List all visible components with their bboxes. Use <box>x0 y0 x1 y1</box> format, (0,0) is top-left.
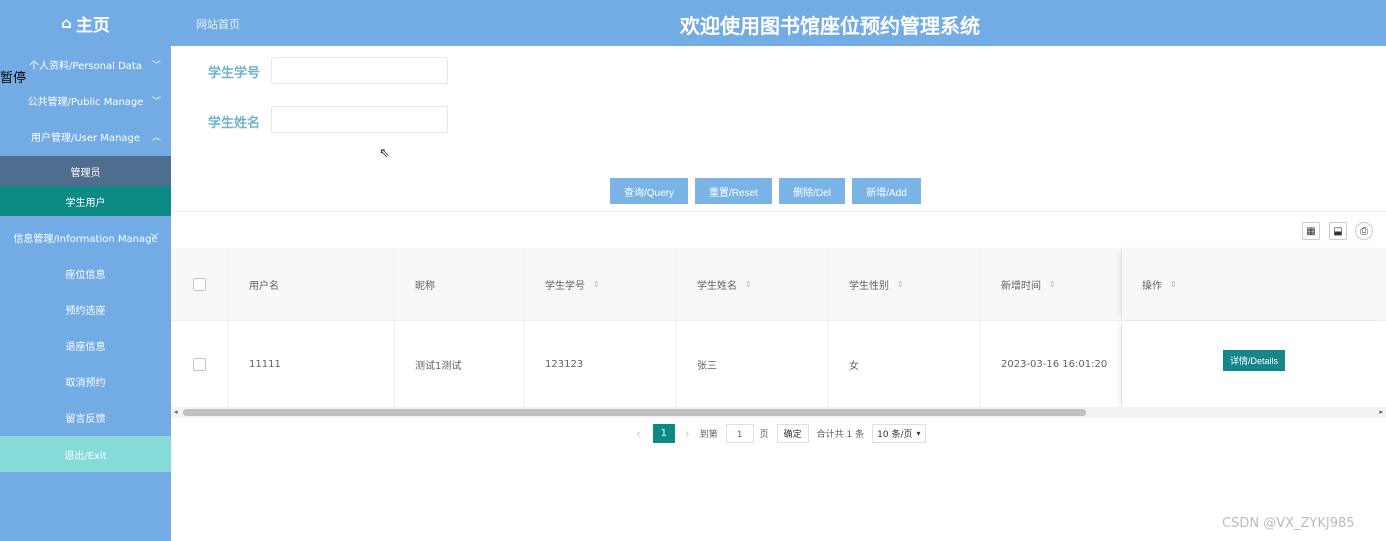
table-row: 11111 测试1测试 123123 张三 女 2023-03-16 16:01… <box>171 321 1386 407</box>
student-name-label: 学生姓名 <box>208 116 261 131</box>
export-icon[interactable]: ⬓ <box>1329 222 1347 240</box>
sidebar-item-return-seat[interactable]: 退座信息 <box>0 327 171 363</box>
site-home-link[interactable]: 网站首页 <box>196 16 240 32</box>
student-no-label: 学生学号 <box>208 66 261 81</box>
sort-icon[interactable]: ⇕ <box>897 280 904 289</box>
pagination: ‹ 1 › 到第 页 确定 合计共 1 条 10 条/页 ▾ <box>636 424 926 443</box>
sidebar-item-label: 学生用户 <box>65 197 106 209</box>
table-header: 用户名 昵称 学生学号 ⇕ 学生姓名 ⇕ 学生性别 ⇕ 新增时间 ⇕ 操作 ⇕ <box>171 248 1386 321</box>
col-student-no[interactable]: 学生学号 ⇕ <box>525 248 677 320</box>
sidebar-item-admin[interactable]: 管理员 <box>0 156 171 186</box>
sidebar: 个人资料/Personal Data ﹀ 公共管理/Public Manage … <box>0 46 171 541</box>
add-button[interactable]: 新增/Add <box>852 178 921 204</box>
header-nickname: 昵称 <box>415 280 435 292</box>
scrollbar-thumb[interactable] <box>183 409 1086 416</box>
home-icon: ⌂ <box>61 14 72 32</box>
col-username: 用户名 <box>229 248 395 320</box>
chevron-down-icon: ﹀ <box>149 233 159 244</box>
col-student-name[interactable]: 学生姓名 ⇕ <box>677 248 829 320</box>
select-all-checkbox[interactable] <box>193 277 206 291</box>
sidebar-item-seat-info[interactable]: 座位信息 <box>0 255 171 291</box>
cell-username: 11111 <box>229 321 395 407</box>
sidebar-item-label: 退出/Exit <box>64 450 107 462</box>
scroll-right-icon[interactable]: ▸ <box>1379 407 1383 418</box>
scroll-left-icon[interactable]: ◂ <box>174 407 178 418</box>
sidebar-item-reserve-seat[interactable]: 预约选座 <box>0 291 171 327</box>
sidebar-item-label: 管理员 <box>70 167 101 179</box>
chevron-up-icon: ︿ <box>151 132 161 143</box>
page-size-select[interactable]: 10 条/页 ▾ <box>872 424 926 443</box>
goto-confirm-button[interactable]: 确定 <box>776 424 809 443</box>
sidebar-item-label: 个人资料/Personal Data <box>29 60 142 72</box>
cell-nickname: 测试1测试 <box>395 321 525 407</box>
row-checkbox[interactable] <box>193 357 206 371</box>
total-count: 合计共 1 条 <box>816 430 865 440</box>
sidebar-item-user-manage[interactable]: 用户管理/User Manage ︿ <box>0 118 171 154</box>
header-username: 用户名 <box>249 280 279 292</box>
details-button[interactable]: 详情/Details <box>1223 349 1285 371</box>
col-created[interactable]: 新增时间 ⇕ <box>981 248 1122 320</box>
sort-icon[interactable]: ⇕ <box>1049 280 1056 289</box>
chevron-down-icon: ﹀ <box>151 96 161 107</box>
cell-student-name: 张三 <box>677 321 829 407</box>
sort-icon[interactable]: ⇕ <box>745 280 752 289</box>
cell-student-no: 123123 <box>525 321 677 407</box>
sidebar-item-label: 取消预约 <box>65 377 106 389</box>
student-name-input[interactable] <box>271 106 448 133</box>
col-gender[interactable]: 学生性别 ⇕ <box>829 248 981 320</box>
sidebar-item-exit[interactable]: 退出/Exit <box>0 436 171 472</box>
reset-button[interactable]: 重置/Reset <box>695 178 772 204</box>
cell-gender: 女 <box>829 321 981 407</box>
goto-label: 到第 <box>699 430 718 440</box>
query-button[interactable]: 查询/Query <box>610 178 688 204</box>
goto-page-input[interactable] <box>725 424 754 443</box>
cell-created: 2023-03-16 16:01:20 <box>981 321 1122 407</box>
header-gender: 学生性别 <box>849 280 889 292</box>
row-select-cell <box>171 321 229 407</box>
sidebar-item-information-manage[interactable]: 信息管理/Information Manage ﹀ <box>0 219 171 255</box>
delete-button[interactable]: 删除/Del <box>779 178 845 204</box>
header-created: 新增时间 <box>1001 280 1041 292</box>
sort-icon[interactable]: ⇕ <box>593 280 600 289</box>
page-size-value: 10 条/页 <box>877 430 913 440</box>
prev-page-icon[interactable]: ‹ <box>636 427 641 441</box>
overlay-pause-text: 暂停 <box>0 71 27 86</box>
sort-icon[interactable]: ⇕ <box>1170 280 1177 289</box>
print-icon[interactable]: ⎙ <box>1355 222 1373 240</box>
page-title: 欢迎使用图书馆座位预约管理系统 <box>680 14 980 38</box>
col-nickname: 昵称 <box>395 248 525 320</box>
sidebar-item-label: 座位信息 <box>65 269 106 281</box>
columns-icon[interactable]: ▦ <box>1302 222 1320 240</box>
sidebar-item-cancel-reservation[interactable]: 取消预约 <box>0 363 171 399</box>
page-number-current[interactable]: 1 <box>652 424 675 443</box>
sidebar-item-label: 退座信息 <box>65 341 106 353</box>
horizontal-scrollbar[interactable]: ◂ ▸ <box>171 407 1386 418</box>
header-student-no: 学生学号 <box>545 280 585 292</box>
sidebar-item-public-manage[interactable]: 公共管理/Public Manage ﹀ <box>0 82 171 118</box>
page-unit-label: 页 <box>759 430 769 440</box>
sidebar-item-feedback[interactable]: 留言反馈 <box>0 399 171 435</box>
brand-home[interactable]: ⌂ 主页 <box>0 0 171 46</box>
sidebar-item-label: 留言反馈 <box>65 413 106 425</box>
header-student-name: 学生姓名 <box>697 280 737 292</box>
next-page-icon[interactable]: › <box>685 427 690 441</box>
watermark: CSDN @VX_ZYKJ985 <box>1222 516 1355 531</box>
select-all-cell <box>171 248 229 320</box>
mouse-cursor-icon: ⇖ <box>379 146 390 161</box>
sidebar-item-label: 预约选座 <box>65 305 106 317</box>
sidebar-item-label: 公共管理/Public Manage <box>27 96 144 108</box>
student-no-input[interactable] <box>271 57 448 84</box>
cell-actions: 详情/Details <box>1122 321 1386 407</box>
chevron-down-icon: ﹀ <box>151 60 161 71</box>
brand-label: 主页 <box>75 15 110 36</box>
sidebar-item-label: 用户管理/User Manage <box>30 132 141 144</box>
sidebar-item-label: 信息管理/Information Manage <box>13 233 158 245</box>
header-actions: 操作 <box>1142 280 1162 292</box>
sidebar-item-student-users[interactable]: 学生用户 <box>0 186 171 216</box>
col-actions[interactable]: 操作 ⇕ <box>1122 248 1386 320</box>
chevron-down-icon: ▾ <box>916 429 921 438</box>
top-header: ⌂ 主页 网站首页 欢迎使用图书馆座位预约管理系统 <box>0 0 1386 46</box>
